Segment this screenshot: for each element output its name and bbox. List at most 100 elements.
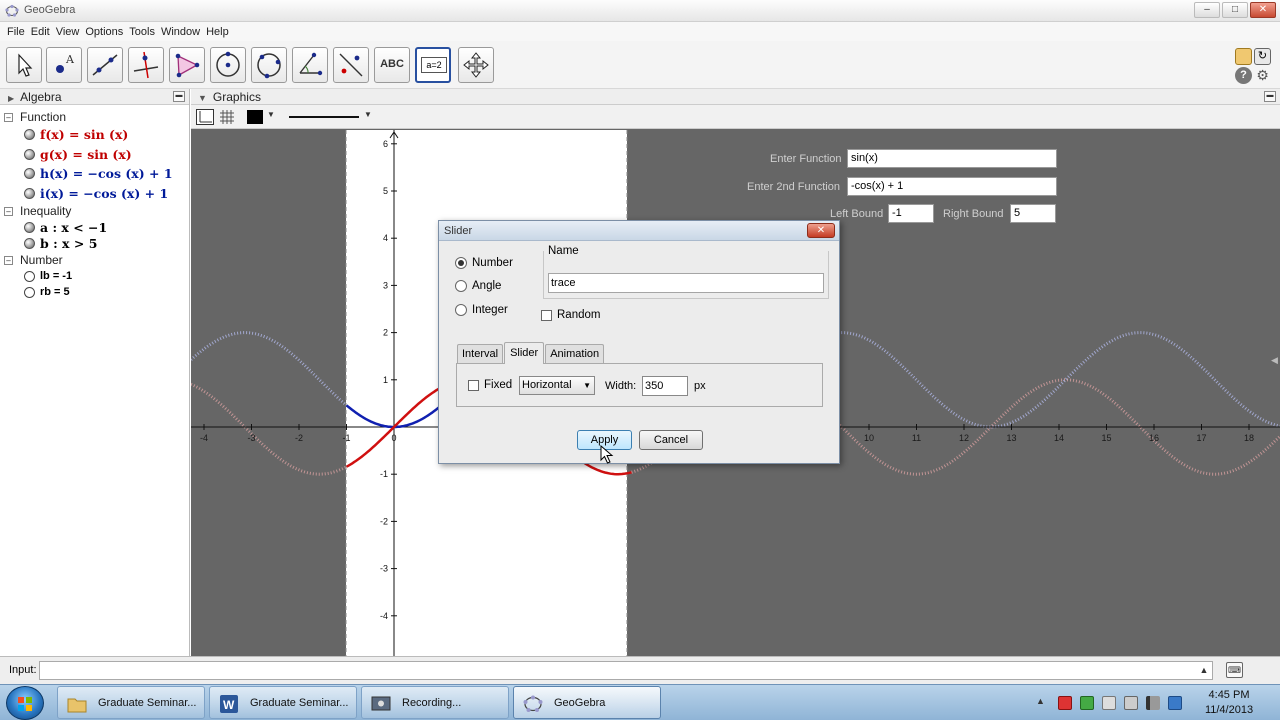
point-tool-button[interactable]: A <box>46 47 82 83</box>
radio-selected-icon[interactable] <box>455 257 467 269</box>
menu-help[interactable]: Help <box>203 26 232 38</box>
width-input[interactable]: 350 <box>642 376 688 396</box>
algebra-item[interactable]: lb = -1 <box>0 268 189 284</box>
visibility-toggle-icon[interactable] <box>24 148 35 160</box>
tray-expand-chevron-icon[interactable]: ▲ <box>1036 696 1050 710</box>
menu-tools[interactable]: Tools <box>126 26 158 38</box>
color-dropdown-chevron-icon[interactable]: ▼ <box>267 110 275 126</box>
clock-time: 4:45 PM <box>1208 689 1250 701</box>
random-checkbox[interactable]: Random <box>541 309 600 321</box>
tab-animation[interactable]: Animation <box>545 344 605 363</box>
network-signal-icon[interactable] <box>1146 696 1160 710</box>
visibility-toggle-icon[interactable] <box>24 238 35 249</box>
color-swatch[interactable] <box>247 110 263 124</box>
tray-flag-icon[interactable] <box>1102 696 1116 710</box>
polygon-tool-button[interactable] <box>169 47 205 83</box>
radio-unselected-icon[interactable] <box>455 280 467 292</box>
graphics-view-title: Graphics <box>212 90 261 104</box>
expand-triangle-icon[interactable]: ▼ <box>198 93 207 103</box>
close-view-icon[interactable]: ▬ <box>1264 91 1276 102</box>
help-icon[interactable]: ? <box>1235 67 1252 84</box>
speaker-icon[interactable] <box>1124 696 1138 710</box>
radio-integer[interactable]: Integer <box>455 304 508 316</box>
maximize-button[interactable]: □ <box>1222 2 1248 18</box>
collapse-minus-icon[interactable]: – <box>4 206 13 216</box>
algebra-item[interactable]: g(x) = sin (x) <box>0 145 189 165</box>
visibility-toggle-icon[interactable] <box>24 286 35 298</box>
tray-sync-icon[interactable] <box>1080 696 1094 710</box>
left-bound-input[interactable]: -1 <box>888 204 934 223</box>
collapse-minus-icon[interactable]: – <box>4 112 13 122</box>
visibility-toggle-icon[interactable] <box>24 270 35 282</box>
tray-app-icon[interactable] <box>1058 696 1072 710</box>
line-style-preview[interactable] <box>289 116 359 118</box>
command-input[interactable] <box>39 661 1213 680</box>
start-button[interactable] <box>6 686 44 720</box>
line-tool-button[interactable] <box>87 47 123 83</box>
circle-tool-button[interactable] <box>210 47 246 83</box>
enter-function-input[interactable]: sin(x) <box>847 149 1057 168</box>
move-tool-button[interactable] <box>6 47 42 83</box>
visibility-toggle-icon[interactable] <box>24 187 35 199</box>
slider-tool-button[interactable]: a=2 <box>415 47 451 83</box>
taskbar-item-folder[interactable]: Graduate Seminar... <box>57 686 205 719</box>
keyboard-icon[interactable]: ⌨ <box>1226 662 1243 678</box>
collapse-minus-icon[interactable]: – <box>4 255 13 265</box>
category-number[interactable]: – Number <box>0 252 189 268</box>
input-history-chevron-icon[interactable]: ▲ <box>1197 662 1211 679</box>
algebra-item[interactable]: b : x > 5 <box>0 235 189 252</box>
tab-interval[interactable]: Interval <box>457 344 504 363</box>
checkbox-unchecked-icon[interactable] <box>541 309 552 321</box>
algebra-item[interactable]: h(x) = −cos (x) + 1 <box>0 164 189 184</box>
cancel-button[interactable]: Cancel <box>639 430 703 450</box>
checkbox-unchecked-icon[interactable] <box>468 379 479 391</box>
category-inequality[interactable]: – Inequality <box>0 203 189 219</box>
perpendicular-tool-button[interactable] <box>128 47 164 83</box>
menu-edit[interactable]: Edit <box>28 26 53 38</box>
visibility-toggle-icon[interactable] <box>24 221 35 233</box>
redo-icon[interactable]: ↻ <box>1254 48 1271 65</box>
algebra-item[interactable]: a : x < −1 <box>0 219 189 235</box>
right-bound-input[interactable]: 5 <box>1010 204 1056 223</box>
ellipse-tool-button[interactable] <box>251 47 287 83</box>
undo-icon[interactable] <box>1235 48 1252 65</box>
tray-utility-icon[interactable] <box>1168 696 1182 710</box>
radio-number[interactable]: Number <box>455 257 513 269</box>
menu-window[interactable]: Window <box>158 26 203 38</box>
show-grid-icon[interactable] <box>219 109 235 125</box>
algebra-item[interactable]: i(x) = −cos (x) + 1 <box>0 184 189 204</box>
close-dialog-button[interactable]: ✕ <box>807 223 835 238</box>
taskbar-item-recording[interactable]: Recording... <box>361 686 509 719</box>
orientation-select[interactable]: Horizontal ▼ <box>519 376 595 395</box>
menu-view[interactable]: View <box>53 26 83 38</box>
visibility-toggle-icon[interactable] <box>24 129 35 141</box>
name-input[interactable]: trace <box>548 273 824 293</box>
show-axes-icon[interactable] <box>196 109 214 125</box>
name-label: Name <box>546 245 581 257</box>
close-window-button[interactable]: ✕ <box>1250 2 1276 18</box>
fixed-checkbox[interactable]: Fixed <box>468 379 512 391</box>
enter-2nd-function-input[interactable]: -cos(x) + 1 <box>847 177 1057 196</box>
reflect-tool-button[interactable] <box>333 47 369 83</box>
system-clock[interactable]: 4:45 PM 11/4/2013 <box>1198 688 1260 718</box>
close-view-icon[interactable]: ▬ <box>173 91 185 102</box>
taskbar-item-geogebra[interactable]: GeoGebra <box>513 686 661 719</box>
algebra-item[interactable]: f(x) = sin (x) <box>0 125 189 145</box>
text-tool-button[interactable]: ABC <box>374 47 410 83</box>
settings-gear-icon[interactable]: ⚙ <box>1254 67 1271 84</box>
minimize-button[interactable]: – <box>1194 2 1220 18</box>
radio-angle[interactable]: Angle <box>455 280 501 292</box>
menu-file[interactable]: File <box>4 26 28 38</box>
taskbar-item-word[interactable]: W Graduate Seminar... <box>209 686 357 719</box>
category-function[interactable]: – Function <box>0 109 189 125</box>
collapse-triangle-icon[interactable]: ▶ <box>8 94 14 103</box>
angle-tool-button[interactable] <box>292 47 328 83</box>
menu-options[interactable]: Options <box>82 26 126 38</box>
tab-slider[interactable]: Slider <box>504 342 545 364</box>
side-panel-chevron-icon[interactable]: ◀ <box>1271 355 1278 366</box>
line-style-dropdown-chevron-icon[interactable]: ▼ <box>364 110 372 126</box>
radio-unselected-icon[interactable] <box>455 304 467 316</box>
move-graphics-view-button[interactable] <box>458 47 494 83</box>
visibility-toggle-icon[interactable] <box>24 168 35 180</box>
algebra-item[interactable]: rb = 5 <box>0 284 189 300</box>
